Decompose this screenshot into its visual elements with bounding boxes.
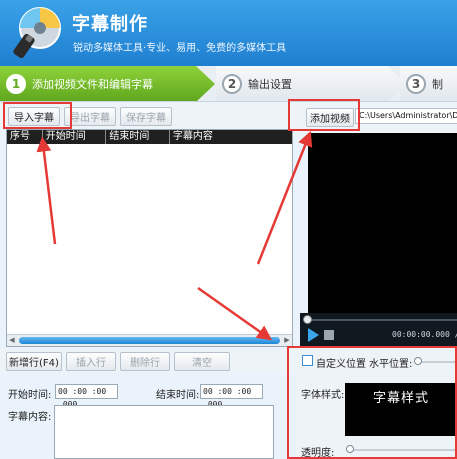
step-number: 1 bbox=[6, 74, 26, 94]
clear-button[interactable]: 清空 bbox=[174, 352, 230, 371]
start-time-input[interactable]: 00 :00 :00 ,000 bbox=[55, 384, 118, 409]
app-title: 字幕制作 bbox=[72, 14, 148, 35]
step-add-video[interactable]: 1 添加视频文件和编辑字幕 bbox=[0, 66, 215, 101]
video-preview bbox=[308, 133, 457, 313]
step-label: 输出设置 bbox=[248, 78, 292, 91]
annotation-box-import bbox=[3, 102, 72, 129]
row-toolbar: 新增行(F4) 插入行 删除行 清空 bbox=[0, 349, 296, 373]
end-time-input[interactable]: 00 :00 :00 ,000 bbox=[200, 384, 263, 409]
column-header: 结束时间 bbox=[106, 130, 170, 144]
horizontal-scrollbar[interactable]: ◀ ▶ bbox=[7, 334, 292, 346]
scrollbar-thumb[interactable] bbox=[19, 337, 280, 344]
add-row-button[interactable]: 新增行(F4) bbox=[6, 352, 62, 371]
app-subtitle: 锐动多媒体工具·专业、易用、免费的多媒体工具 bbox=[73, 43, 287, 54]
app-header: 字幕制作 锐动多媒体工具·专业、易用、免费的多媒体工具 bbox=[0, 0, 457, 66]
save-subtitle-button[interactable]: 保存字幕 bbox=[120, 107, 172, 126]
column-header: 开始时间 bbox=[43, 130, 107, 144]
subtitle-content-textarea[interactable] bbox=[54, 405, 274, 459]
end-time-label: 结束时间: bbox=[156, 390, 200, 401]
annotation-box-add-video bbox=[288, 99, 360, 131]
insert-row-button[interactable]: 插入行 bbox=[66, 352, 116, 371]
step-output-settings[interactable]: 2 输出设置 bbox=[216, 66, 406, 101]
seek-handle[interactable] bbox=[303, 315, 312, 324]
subtitle-content-label: 字幕内容: bbox=[8, 412, 52, 423]
scroll-left-icon[interactable]: ◀ bbox=[7, 335, 17, 346]
play-icon[interactable] bbox=[308, 328, 319, 342]
column-header: 字幕内容 bbox=[172, 131, 213, 142]
app-logo-icon bbox=[13, 7, 61, 59]
step-number: 2 bbox=[222, 74, 242, 94]
video-path-input[interactable]: C:\Users\Administrator\Des bbox=[355, 108, 457, 124]
step-label: 添加视频文件和编辑字幕 bbox=[32, 78, 153, 91]
table-header: 序号 开始时间 结束时间 字幕内容 bbox=[7, 130, 292, 144]
stop-icon[interactable] bbox=[324, 330, 334, 340]
playback-time: 00:00:00.000 / 00 bbox=[392, 330, 457, 339]
step-label: 制 bbox=[432, 78, 443, 91]
subtitle-table[interactable]: 序号 开始时间 结束时间 字幕内容 ◀ ▶ bbox=[6, 129, 293, 347]
column-header: 序号 bbox=[7, 130, 43, 144]
scroll-right-icon[interactable]: ▶ bbox=[282, 335, 292, 346]
delete-row-button[interactable]: 删除行 bbox=[120, 352, 170, 371]
step-make[interactable]: 3 制 bbox=[400, 66, 457, 101]
seek-track[interactable] bbox=[310, 319, 457, 321]
start-time-label: 开始时间: bbox=[8, 390, 52, 401]
player-controls: 00:00:00.000 / 00 bbox=[300, 313, 457, 346]
annotation-box-style-panel bbox=[287, 346, 457, 459]
step-number: 3 bbox=[406, 74, 426, 94]
wizard-steps: 1 添加视频文件和编辑字幕 2 输出设置 3 制 bbox=[0, 66, 457, 102]
